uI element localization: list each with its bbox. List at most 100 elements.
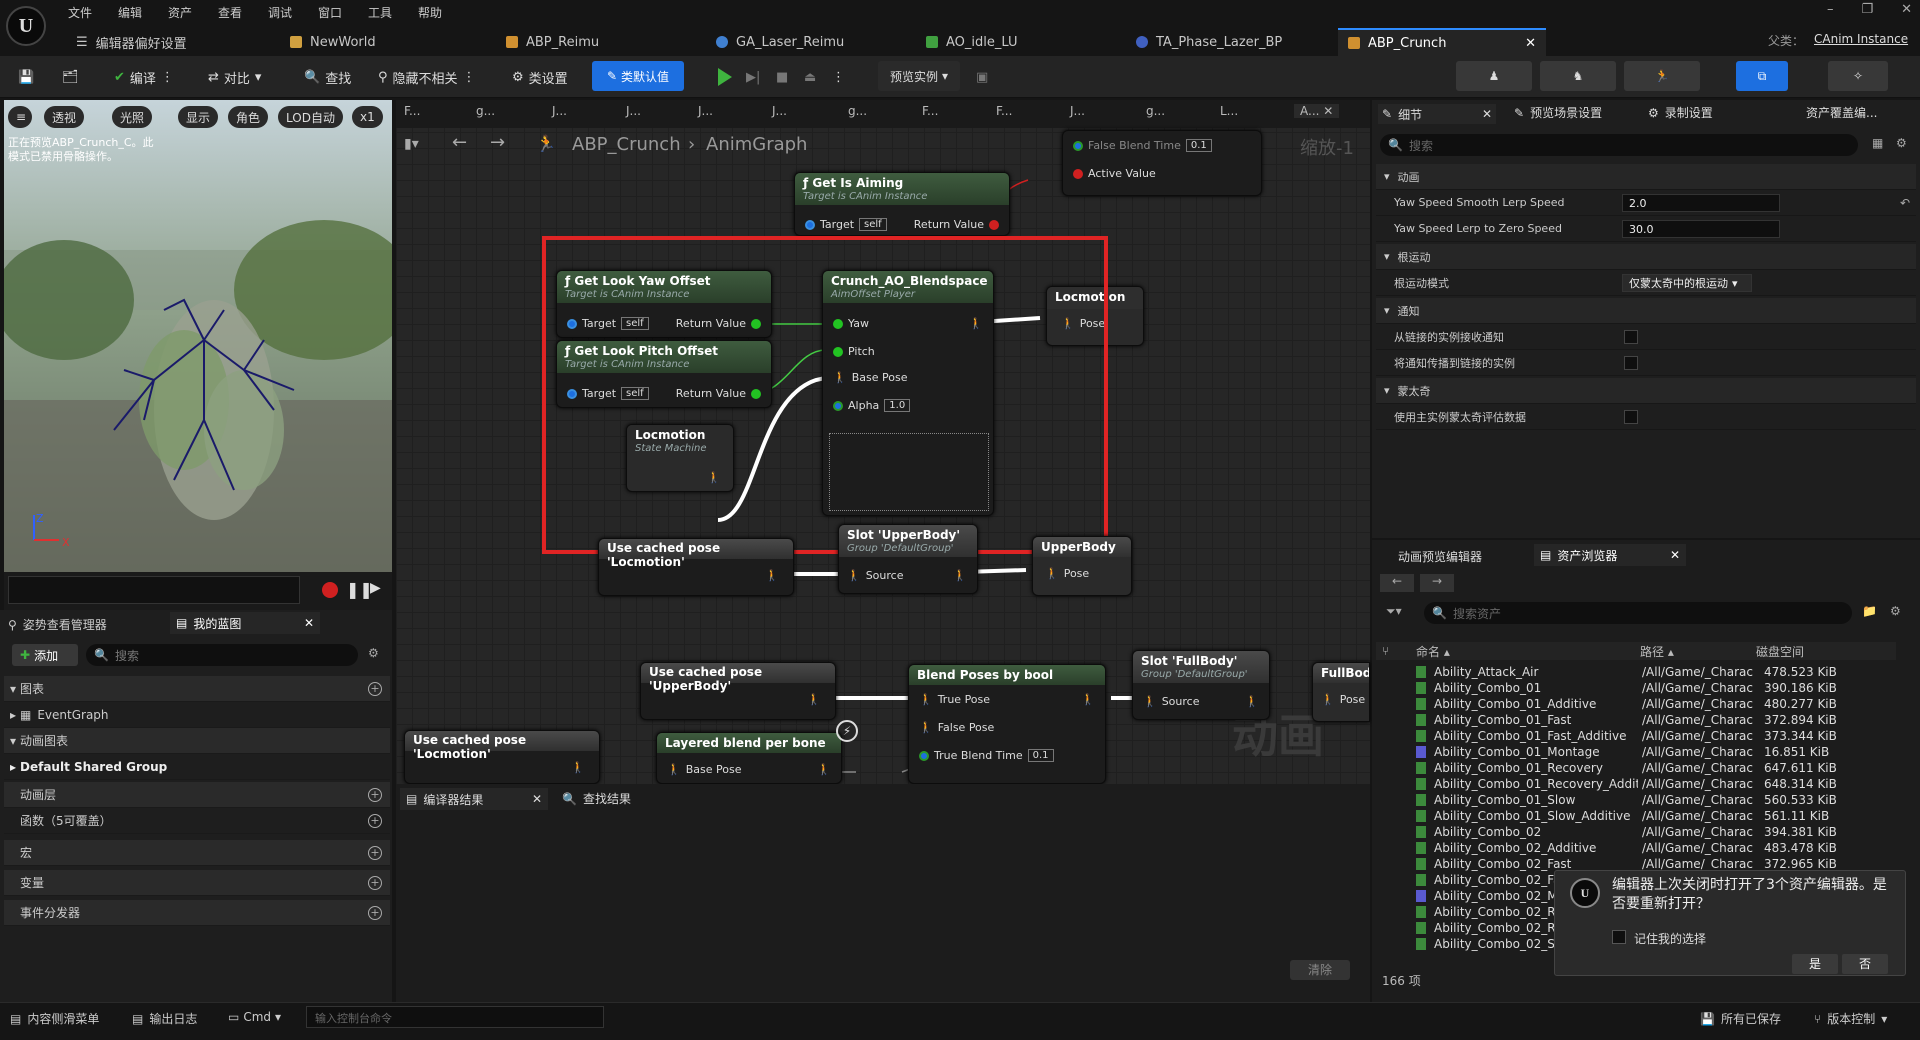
add-button[interactable]: ✚ 添加 [12,644,78,666]
add-icon[interactable]: + [368,875,382,890]
pin-true-pose[interactable]: 🚶 True Pose [919,693,990,706]
asset-row[interactable]: Ability_Combo_01_Slow_Additive/All/Game/… [1416,808,1886,824]
tab-preview-scene[interactable]: ✎ 预览场景设置 [1514,104,1602,121]
node-slot-upperbody[interactable]: Slot 'UpperBody' Group 'DefaultGroup' 🚶 So… [838,524,978,594]
asset-row[interactable]: Ability_Combo_01_Recovery/All/Game/_Char… [1416,760,1886,776]
pin-target[interactable]: Target self [805,218,887,231]
asset-row[interactable]: Ability_Combo_01_Fast_Additive/All/Game/… [1416,728,1886,744]
col-name[interactable]: 命名 ▴ [1416,643,1450,660]
node-use-cached-locomotion[interactable]: Use cached pose 'Locmotion' 🚶 [598,538,794,596]
pin-value[interactable]: 0.1 [1185,139,1212,152]
section-root-motion[interactable]: ▾ 根运动 [1376,244,1916,270]
debug-filter-icon[interactable]: ▣ [970,64,994,90]
pin-value[interactable]: 0.1 [1027,749,1054,762]
pin-pose-out[interactable]: 🚶 [953,569,967,582]
close-tab-icon[interactable]: ✕ [1670,548,1680,562]
browse-icon[interactable]: 🗂 [56,64,85,90]
diff-button[interactable]: ⇄ 对比 ▾ [202,64,267,90]
tab-pose-watch[interactable]: ⚲ 姿势查看管理器 [8,616,107,633]
blueprint-mode-button[interactable]: ⧉ [1736,61,1788,91]
tab-my-blueprint[interactable]: ▤ 我的蓝图 ✕ [170,612,320,634]
pin-false-pose[interactable]: 🚶 False Pose [919,721,994,734]
tab-ta-phase[interactable]: TA_Phase_Lazer_BP [1126,28,1292,56]
asset-row[interactable]: Ability_Attack_Air/All/Game/_Charac 478.5… [1416,664,1886,680]
unreal-logo-icon[interactable]: U [6,6,46,46]
asset-row[interactable]: Ability_Combo_01_Fast/All/Game/_Charac 37… [1416,712,1886,728]
pin-pose[interactable]: 🚶 Pose [1321,693,1365,706]
animation-mode-button[interactable]: 🏃 [1624,61,1700,91]
timeline-scrubber[interactable] [8,576,300,604]
record-icon[interactable] [322,582,338,598]
tab-asset-browser[interactable]: ▤ 资产浏览器 ✕ [1534,544,1686,566]
node-use-cached-upperbody[interactable]: Use cached pose 'UpperBody' 🚶 [640,662,836,720]
back-arrow-icon[interactable]: ← [1380,574,1414,592]
tab-find-results[interactable]: 🔍 查找结果 [562,790,631,807]
filter-icon[interactable]: ⏷▾ [1386,604,1402,619]
remember-choice-checkbox[interactable] [1612,930,1626,944]
add-icon[interactable]: + [368,813,382,828]
section-graphs[interactable]: ▾ 图表 + [4,676,390,702]
play-forward-icon[interactable]: ▶ [370,580,381,596]
propagate-notifies-checkbox[interactable] [1624,356,1638,370]
menu-help[interactable]: 帮助 [418,4,442,21]
view-speed-button[interactable]: x1 [352,106,383,128]
pin-pose-out[interactable]: 🚶 [807,693,821,706]
eject-button[interactable]: ⏏ [798,64,822,90]
asset-row[interactable]: Ability_Combo_02_Additive/All/Game/_Char… [1416,840,1886,856]
find-button[interactable]: 🔍 查找 [298,64,357,90]
mesh-mode-button[interactable]: ♞ [1540,61,1616,91]
parent-class-link[interactable]: CAnim Instance [1814,32,1908,46]
asset-search-input[interactable]: 🔍 搜索资产 [1424,602,1852,624]
node-use-cached-locomotion-2[interactable]: Use cached pose 'Locmotion' 🚶 [404,730,600,784]
pin-pose-out[interactable]: 🚶 [1245,695,1259,708]
pin-pose-out[interactable]: 🚶 [765,569,779,582]
pin-return[interactable]: Return Value [914,218,999,231]
tab-abp-crunch[interactable]: ABP_Crunch ✕ [1338,28,1546,56]
section-montage[interactable]: ▾ 蒙太奇 [1376,378,1916,404]
add-icon[interactable]: + [368,905,382,920]
pin-source[interactable]: 🚶 Source [1143,695,1199,708]
col-size[interactable]: 磁盘空间 [1756,643,1804,660]
play-button[interactable] [712,64,738,90]
close-tab-icon[interactable]: ✕ [304,616,314,630]
pin-true-blend-time[interactable]: True Blend Time 0.1 [919,749,1054,762]
add-icon[interactable]: + [368,787,382,802]
pin-base-pose[interactable]: 🚶 Base Pose [667,763,741,776]
root-motion-mode-dropdown[interactable]: 仅蒙太奇中的根运动 ▾ [1622,274,1752,292]
gear-icon[interactable]: ⚙ [1896,136,1907,150]
gear-icon[interactable]: ⚙ [368,646,379,660]
node-blend-top[interactable]: False Blend Time 0.1 Active Value [1062,130,1262,196]
yaw-zero-lerp-input[interactable]: 30.0 [1622,220,1780,238]
section-notify[interactable]: ▾ 通知 [1376,298,1916,324]
add-icon[interactable]: + [368,845,382,860]
view-character-button[interactable]: 角色 [228,106,269,128]
step-button[interactable]: ▶| [740,64,766,90]
asset-row[interactable]: Ability_Combo_01/All/Game/_Charac 390.186… [1416,680,1886,696]
close-tab-icon[interactable]: ✕ [1482,107,1492,121]
class-settings-button[interactable]: ⚙ 类设置 [506,64,574,90]
stop-button[interactable]: ■ [770,64,794,90]
reset-arrow-icon[interactable]: ↶ [1900,196,1910,210]
tab-anim-preview-editor[interactable]: 动画预览编辑器 [1398,548,1482,565]
item-default-shared-group[interactable]: ▸ Default Shared Group [4,754,390,780]
compile-button[interactable]: ✔ 编译 ⋮ [108,64,180,90]
node-cache-upperbody[interactable]: UpperBody 🚶 Pose [1032,536,1132,596]
tab-details[interactable]: ✎ 细节 ✕ [1378,104,1496,124]
physics-mode-button[interactable]: ✧ [1828,61,1888,91]
yaw-smooth-lerp-input[interactable]: 2.0 [1622,194,1780,212]
grid-view-icon[interactable]: ▦ [1872,136,1883,150]
menu-tools[interactable]: 工具 [368,4,392,21]
section-dispatchers[interactable]: 事件分发器 + [4,900,390,926]
pin-active-value[interactable]: Active Value [1073,167,1156,180]
view-show-button[interactable]: 显示 [178,106,219,128]
section-variables[interactable]: 变量 + [4,870,390,896]
save-icon[interactable]: 💾 [12,64,40,90]
close-tab-icon[interactable]: ✕ [1525,36,1536,51]
node-layered-blend-per-bone[interactable]: Layered blend per bone 🚶 Base Pose 🚶 [656,732,842,784]
pin-pose-out[interactable]: 🚶 [1081,693,1095,706]
content-drawer-button[interactable]: ▤ 内容侧滑菜单 [10,1010,99,1027]
view-lit-button[interactable]: 光照 [112,106,153,128]
asset-row[interactable]: Ability_Combo_01_Slow/All/Game/_Charac 56… [1416,792,1886,808]
menu-edit[interactable]: 编辑 [118,4,142,21]
add-graph-icon[interactable]: + [368,681,382,696]
